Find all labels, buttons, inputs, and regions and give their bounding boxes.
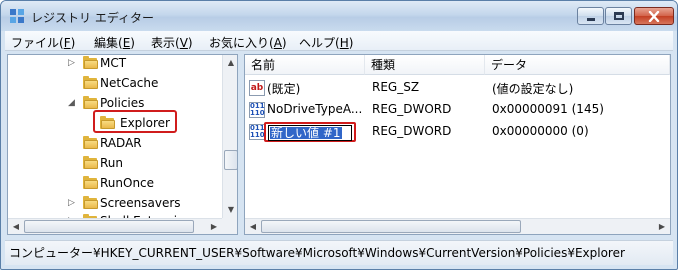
tree-item-radar[interactable]: RADAR bbox=[8, 134, 222, 154]
value-name: (既定) bbox=[267, 82, 301, 96]
value-list: 名前 種類 データ ab (既定) REG_SZ (値の設定なし) 011 110… bbox=[244, 54, 671, 235]
tree-item-label: RADAR bbox=[100, 136, 142, 150]
rename-highlight: 新しい値 #1 bbox=[264, 122, 356, 142]
value-row[interactable]: ab (既定) REG_SZ (値の設定なし) bbox=[245, 77, 670, 99]
column-header-label: 種類 bbox=[371, 58, 396, 72]
list-horizontal-scrollbar[interactable]: ◀ ▶ bbox=[245, 218, 670, 234]
folder-icon bbox=[83, 136, 98, 149]
scroll-right-icon[interactable]: ▶ bbox=[206, 219, 222, 234]
menu-file-key: F bbox=[63, 36, 71, 50]
column-header-type[interactable]: 種類 bbox=[365, 55, 485, 75]
menu-view-key: V bbox=[179, 36, 188, 50]
value-data: (値の設定なし) bbox=[492, 82, 574, 96]
tree-item-label: Run bbox=[100, 156, 124, 170]
menu-edit-label: 編集 bbox=[94, 36, 119, 50]
tree-item-mct[interactable]: ▷ MCT bbox=[8, 55, 222, 74]
menu-help-label: ヘルプ bbox=[299, 36, 336, 50]
column-header-label: 名前 bbox=[251, 58, 276, 72]
scroll-left-icon[interactable]: ◀ bbox=[245, 219, 261, 234]
folder-icon bbox=[83, 176, 98, 189]
value-type: REG_SZ bbox=[372, 80, 420, 94]
tree-item-label: RunOnce bbox=[100, 176, 155, 190]
minimize-button[interactable] bbox=[577, 7, 604, 25]
menu-edit[interactable]: 編集(E) bbox=[94, 34, 135, 51]
column-header-label: データ bbox=[491, 58, 528, 72]
registry-editor-icon bbox=[10, 9, 24, 23]
rename-input[interactable]: 新しい値 #1 bbox=[268, 125, 352, 141]
menu-favorites-label: お気に入り bbox=[209, 36, 270, 50]
registry-editor-window: レジストリ エディター ファイル(F) 編集(E) 表示(V) お気に入り(A)… bbox=[0, 0, 678, 270]
scroll-thumb[interactable] bbox=[24, 220, 194, 233]
menu-help[interactable]: ヘルプ(H) bbox=[299, 34, 353, 51]
value-row-editing[interactable]: 011 110 新しい値 #1 REG_DWORD 0x00000000 (0) bbox=[245, 121, 670, 143]
close-button[interactable] bbox=[634, 7, 674, 25]
menu-bar: ファイル(F) 編集(E) 表示(V) お気に入り(A) ヘルプ(H) bbox=[5, 31, 673, 51]
value-data: 0x00000000 (0) bbox=[492, 124, 589, 138]
maximize-icon bbox=[614, 12, 624, 20]
scroll-corner bbox=[222, 218, 237, 234]
scroll-thumb[interactable] bbox=[224, 150, 237, 170]
string-value-icon: ab bbox=[249, 80, 265, 96]
folder-icon bbox=[83, 56, 98, 69]
value-row[interactable]: 011 110 NoDriveTypeA... REG_DWORD 0x00000… bbox=[245, 99, 670, 121]
scroll-thumb[interactable] bbox=[261, 220, 521, 233]
folder-icon bbox=[83, 76, 98, 89]
menu-view-label: 表示 bbox=[151, 36, 176, 50]
tree-vertical-scrollbar[interactable]: ▲ ▼ bbox=[222, 55, 237, 218]
scroll-right-icon[interactable]: ▶ bbox=[654, 219, 670, 234]
menu-favorites[interactable]: お気に入り(A) bbox=[209, 34, 287, 51]
menu-file-label: ファイル bbox=[11, 36, 60, 50]
column-header-data[interactable]: データ bbox=[485, 55, 670, 75]
menu-favorites-key: A bbox=[273, 36, 282, 50]
scroll-down-icon[interactable]: ▼ bbox=[223, 202, 237, 218]
tree-item-label: Policies bbox=[100, 96, 145, 110]
maximize-button[interactable] bbox=[605, 7, 632, 25]
value-type: REG_DWORD bbox=[372, 124, 452, 138]
rename-selected-text: 新しい値 #1 bbox=[270, 126, 342, 140]
window-title: レジストリ エディター bbox=[31, 11, 154, 25]
tree-item-label: Screensavers bbox=[100, 196, 181, 210]
minimize-icon bbox=[587, 18, 595, 21]
binary-value-icon: 011 110 bbox=[249, 102, 265, 118]
tree-item-netcache[interactable]: NetCache bbox=[8, 74, 222, 94]
scroll-up-icon[interactable]: ▲ bbox=[223, 55, 237, 71]
key-tree: ▷ MCT NetCache ◢ Policies Explorer RADAR… bbox=[7, 54, 238, 235]
close-icon bbox=[648, 11, 660, 22]
chevron-right-icon[interactable]: ▷ bbox=[68, 198, 78, 208]
folder-icon bbox=[83, 196, 98, 209]
status-bar: コンピューター¥HKEY_CURRENT_USER¥Software¥Micro… bbox=[5, 240, 673, 265]
value-data: 0x00000091 (145) bbox=[492, 102, 604, 116]
binary-value-icon: 011 110 bbox=[249, 124, 265, 140]
chevron-expanded-icon[interactable]: ◢ bbox=[68, 98, 78, 108]
menu-view[interactable]: 表示(V) bbox=[151, 34, 193, 51]
tree-item-runonce[interactable]: RunOnce bbox=[8, 174, 222, 194]
selection-highlight bbox=[93, 110, 177, 133]
title-bar[interactable]: レジストリ エディター bbox=[1, 1, 677, 31]
value-name: NoDriveTypeA... bbox=[267, 102, 363, 116]
tree-item-screensavers[interactable]: ▷ Screensavers bbox=[8, 194, 222, 214]
tree-item-label: NetCache bbox=[100, 76, 159, 90]
tree-item-label: MCT bbox=[100, 56, 127, 70]
folder-open-icon bbox=[83, 96, 98, 109]
menu-edit-key: E bbox=[122, 36, 131, 50]
folder-icon bbox=[83, 156, 98, 169]
column-header-name[interactable]: 名前 bbox=[245, 55, 365, 75]
tree-item-run[interactable]: Run bbox=[8, 154, 222, 174]
value-type: REG_DWORD bbox=[372, 102, 452, 116]
scroll-left-icon[interactable]: ◀ bbox=[8, 219, 24, 234]
tree-horizontal-scrollbar[interactable]: ◀ ▶ bbox=[8, 218, 237, 234]
status-path: コンピューター¥HKEY_CURRENT_USER¥Software¥Micro… bbox=[9, 246, 625, 260]
menu-help-key: H bbox=[339, 36, 349, 50]
chevron-right-icon[interactable]: ▷ bbox=[68, 58, 78, 68]
menu-file[interactable]: ファイル(F) bbox=[11, 34, 75, 51]
